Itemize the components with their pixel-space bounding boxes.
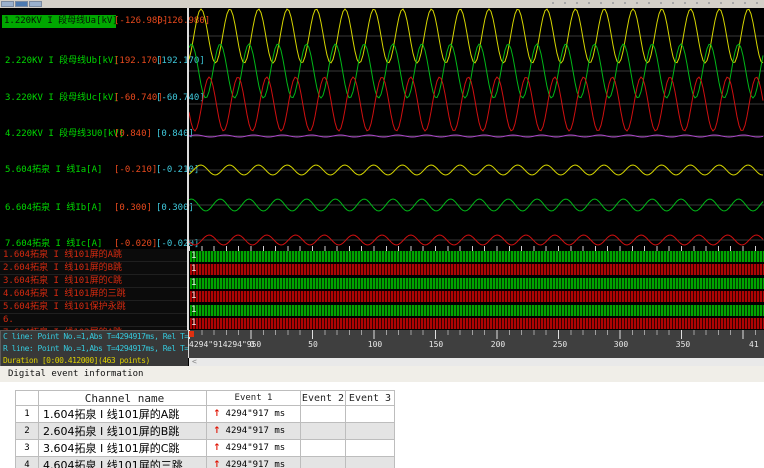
c-line-status: C line: Point No.=1,Abs T=4294917ms, Rel… bbox=[3, 332, 188, 341]
event3-cell bbox=[345, 456, 395, 468]
rising-edge-icon: ↑ bbox=[213, 443, 221, 453]
event-table-header: Event 3 bbox=[345, 390, 395, 406]
event-table-row-4[interactable]: 4 4.604拓泉 I 线101屏的三跳 ↑ 4294"917 ms bbox=[15, 456, 395, 468]
analog-channel-label: 3.220KV I 段母线Uc[kV] bbox=[5, 93, 119, 103]
event-table-zone: Channel name Event 1 Event 2 Event 3 1 1.604拓… bbox=[0, 382, 764, 468]
analog-channel-label: 4.220KV I 段母线3U0[kV] bbox=[5, 129, 125, 139]
event-table-header: Event 1 bbox=[206, 390, 301, 406]
rising-edge-icon: ↑ bbox=[213, 426, 221, 436]
analog-channel-row-4[interactable]: 4.220KV I 段母线3U0[kV] [0.840] [0.840] bbox=[0, 128, 194, 141]
scroll-left-button[interactable]: < bbox=[192, 358, 197, 366]
digital-state-bar-4: 1 bbox=[190, 291, 764, 302]
ruler-label: 41 bbox=[749, 340, 759, 349]
channel-name-cell: 1.604拓泉 I 线101屏的A跳 bbox=[38, 405, 207, 423]
event-table-row-3[interactable]: 3 3.604拓泉 I 线101屏的C跳 ↑ 4294"917 ms bbox=[15, 439, 395, 457]
panel-divider[interactable] bbox=[187, 8, 189, 358]
cursor-c-value: [0.840] bbox=[114, 129, 152, 139]
event2-cell bbox=[300, 439, 346, 457]
event-table-header bbox=[15, 390, 39, 406]
event3-cell bbox=[345, 439, 395, 457]
analog-channel-label: 6.604拓泉 I 线Ib[A] bbox=[5, 203, 103, 213]
event2-cell bbox=[300, 456, 346, 468]
digital-state-bar-6: 1 bbox=[190, 318, 764, 329]
waveform-trace-4 bbox=[189, 134, 764, 138]
digital-state-value: 1 bbox=[191, 291, 197, 301]
row-number: 2 bbox=[15, 422, 39, 440]
digital-event-table: Channel name Event 1 Event 2 Event 3 1 1.604拓… bbox=[15, 390, 395, 468]
cursor-marker[interactable] bbox=[189, 331, 194, 337]
ruler-label: 350 bbox=[675, 340, 691, 349]
digital-channel-label-6[interactable]: 6. bbox=[0, 314, 187, 327]
analog-channel-label: 2.220KV I 段母线Ub[kV] bbox=[5, 56, 119, 66]
event2-cell bbox=[300, 422, 346, 440]
toolbar-button-1[interactable] bbox=[1, 1, 14, 7]
event1-cell: ↑ 4294"917 ms bbox=[206, 456, 301, 468]
analog-channel-row-6[interactable]: 6.604拓泉 I 线Ib[A] [0.300] [0.300] bbox=[0, 202, 194, 215]
analog-channel-row-3[interactable]: 3.220KV I 段母线Uc[kV] [-60.740] [-60.740] bbox=[0, 92, 205, 105]
row-number: 4 bbox=[15, 456, 39, 468]
digital-channel-label-2[interactable]: 2.604拓泉 I 线101屏的B跳 bbox=[0, 262, 187, 275]
ruler-label: 200 bbox=[490, 340, 506, 349]
cursor-status-box: C line: Point No.=1,Abs T=4294917ms, Rel… bbox=[0, 330, 188, 366]
analog-channel-label: 5.604拓泉 I 线Ia[A] bbox=[5, 165, 103, 175]
cursor-c-value: [-0.210] bbox=[114, 165, 158, 175]
toolbar-strip bbox=[0, 0, 764, 8]
event3-cell bbox=[345, 422, 395, 440]
time-ruler[interactable]: 4294"914294"950 0 50 100 150 200 250 300 350 41 bbox=[189, 330, 764, 358]
ruler-label: 150 bbox=[428, 340, 444, 349]
analog-channel-row-5[interactable]: 5.604拓泉 I 线Ia[A] [-0.210] [-0.210] bbox=[0, 164, 199, 177]
rising-edge-icon: ↑ bbox=[213, 409, 221, 419]
analog-channel-row-1[interactable]: 1.220KV I 段母线Ua[kV] [-126.980] [-126.980] bbox=[0, 15, 210, 28]
event-table-header: Channel name bbox=[38, 390, 207, 406]
rising-edge-icon: ↑ bbox=[213, 460, 221, 468]
event1-cell: ↑ 4294"917 ms bbox=[206, 439, 301, 457]
digital-channel-label-4[interactable]: 4.604拓泉 I 线101屏的三跳 bbox=[0, 288, 187, 301]
event2-cell bbox=[300, 405, 346, 423]
event-table-row-1[interactable]: 1 1.604拓泉 I 线101屏的A跳 ↑ 4294"917 ms bbox=[15, 405, 395, 423]
digital-state-value: 1 bbox=[191, 305, 197, 315]
event-table-row-2[interactable]: 2 2.604拓泉 I 线101屏的B跳 ↑ 4294"917 ms bbox=[15, 422, 395, 440]
toolbar-dots-decoration bbox=[552, 2, 762, 4]
digital-state-bar-2: 1 bbox=[190, 264, 764, 275]
toolbar-button-3[interactable] bbox=[29, 1, 42, 7]
ruler-label: 250 bbox=[552, 340, 568, 349]
digital-state-value: 1 bbox=[191, 251, 197, 261]
event1-cell: ↑ 4294"917 ms bbox=[206, 422, 301, 440]
digital-state-bar-3: 1 bbox=[190, 278, 764, 289]
toolbar-button-2[interactable] bbox=[15, 1, 28, 7]
digital-state-value: 1 bbox=[191, 318, 197, 328]
waveform-window: 1.220KV I 段母线Ua[kV] [-126.980] [-126.980] 2… bbox=[0, 8, 764, 366]
event-table-header-row: Channel name Event 1 Event 2 Event 3 bbox=[15, 390, 395, 406]
digital-state-value: 1 bbox=[191, 264, 197, 274]
duration-status: Duration [0:00.412000](463 points) bbox=[3, 356, 150, 365]
digital-event-title: Digital event information bbox=[8, 369, 144, 379]
digital-event-panel: Digital event information Channel name Ev… bbox=[0, 366, 764, 468]
digital-state-bar-5: 1 bbox=[190, 305, 764, 316]
channel-name-cell: 2.604拓泉 I 线101屏的B跳 bbox=[38, 422, 207, 440]
event-table-header: Event 2 bbox=[300, 390, 346, 406]
digital-channel-label-5[interactable]: 5.604拓泉 I 线101保护永跳 bbox=[0, 301, 187, 314]
event1-cell: ↑ 4294"917 ms bbox=[206, 405, 301, 423]
analog-waveform-plot[interactable] bbox=[189, 8, 764, 248]
row-number: 3 bbox=[15, 439, 39, 457]
ruler-label: 300 bbox=[613, 340, 629, 349]
horizontal-scrollbar[interactable]: < bbox=[189, 358, 764, 366]
channel-name-cell: 4.604拓泉 I 线101屏的三跳 bbox=[38, 456, 207, 468]
analog-channel-row-2[interactable]: 2.220KV I 段母线Ub[kV] [192.170] [192.170] bbox=[0, 55, 205, 68]
cursor-c-value: [0.300] bbox=[114, 203, 152, 213]
digital-channel-label-3[interactable]: 3.604拓泉 I 线101屏的C跳 bbox=[0, 275, 187, 288]
analog-channel-label: 1.220KV I 段母线Ua[kV] bbox=[2, 15, 118, 28]
fault-recorder-app: 1.220KV I 段母线Ua[kV] [-126.980] [-126.980] 2… bbox=[0, 0, 764, 468]
event3-cell bbox=[345, 405, 395, 423]
ruler-label: 100 bbox=[367, 340, 383, 349]
row-number: 1 bbox=[15, 405, 39, 423]
channel-name-cell: 3.604拓泉 I 线101屏的C跳 bbox=[38, 439, 207, 457]
ruler-label: 0 bbox=[249, 340, 255, 349]
digital-state-value: 1 bbox=[191, 278, 197, 288]
ruler-label: 50 bbox=[308, 340, 318, 349]
digital-state-bar-1: 1 bbox=[190, 251, 764, 262]
digital-channel-label-1[interactable]: 1.604拓泉 I 线101屏的A跳 bbox=[0, 249, 187, 262]
r-line-status: R line: Point No.=1,Abs T=4294917ms, Rel… bbox=[3, 344, 188, 353]
